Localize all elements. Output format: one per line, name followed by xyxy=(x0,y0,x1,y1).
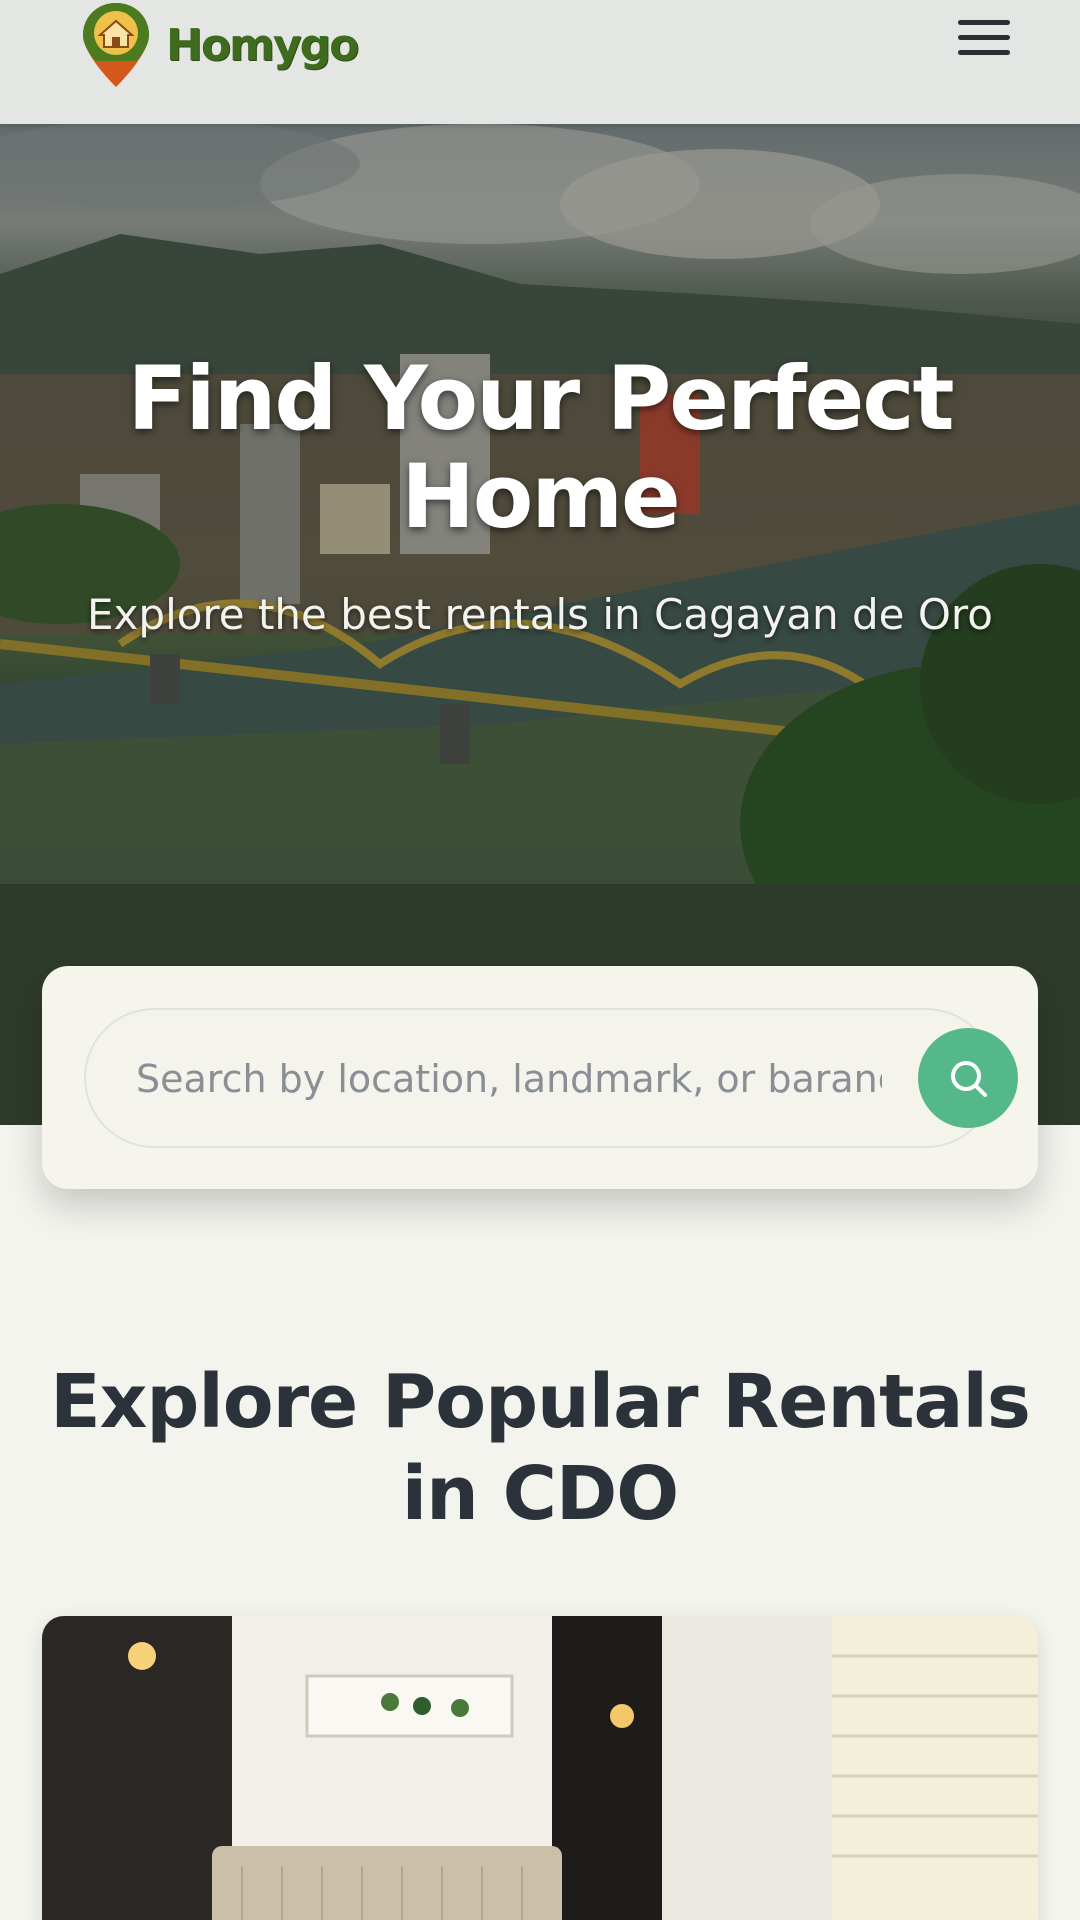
brand-name: Homygo xyxy=(166,19,359,71)
search-input[interactable] xyxy=(136,1048,882,1110)
hero-subtitle: Explore the best rentals in Cagayan de O… xyxy=(87,590,993,639)
hero-title: Find Your Perfect Home xyxy=(127,347,954,548)
search-button[interactable] xyxy=(918,1028,1018,1128)
listing-photo xyxy=(42,1616,1038,1920)
home-pin-icon xyxy=(83,3,149,87)
top-navbar: Homygo xyxy=(0,0,1080,124)
popular-rentals-title: Explore Popular Rentals in CDO xyxy=(50,1359,1031,1537)
search-card xyxy=(42,966,1038,1189)
search-bar xyxy=(84,1008,1018,1148)
search-icon xyxy=(951,1061,987,1097)
hamburger-menu-icon[interactable] xyxy=(958,20,1010,62)
rental-listing-card[interactable] xyxy=(42,1616,1038,1920)
brand-logo[interactable]: Homygo xyxy=(80,0,359,90)
